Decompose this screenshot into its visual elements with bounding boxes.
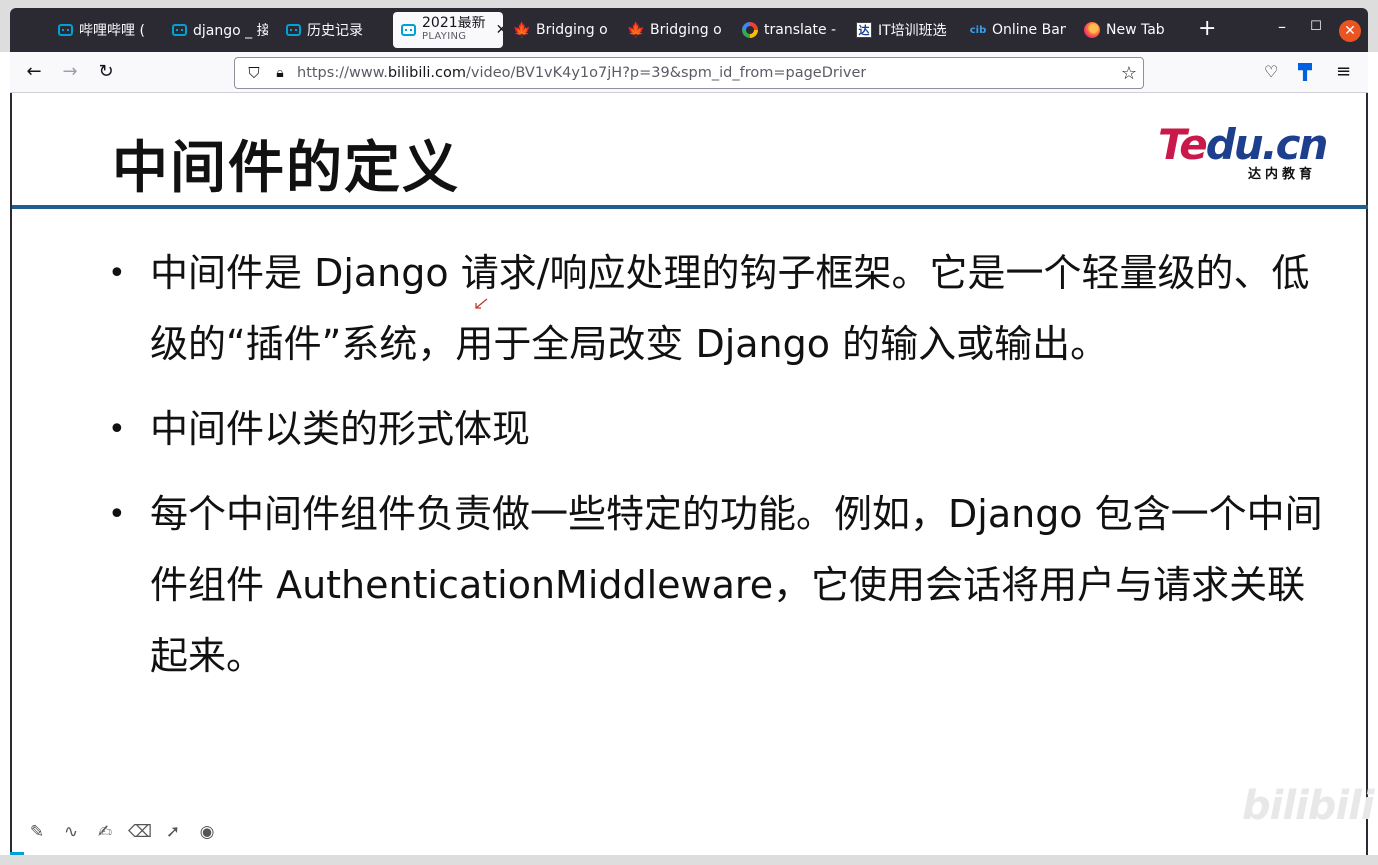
freehand-icon[interactable]: ∿ <box>60 821 82 843</box>
tab-translate[interactable]: translate - <box>742 13 838 47</box>
tab-label: django _ 接 <box>193 23 268 39</box>
tab-it-training[interactable]: 达 IT培训班选 <box>856 13 952 47</box>
tab-django[interactable]: django _ 接 <box>172 13 268 47</box>
tab-active-video[interactable]: 2021最新 PLAYING ✕ <box>393 12 503 48</box>
tab-playing-indicator: PLAYING <box>422 31 467 42</box>
google-icon <box>742 22 758 38</box>
title-divider <box>12 205 1368 209</box>
forward-button[interactable]: → <box>58 60 82 84</box>
maximize-button[interactable]: ☐ <box>1306 18 1326 36</box>
new-tab-button[interactable]: + <box>1198 16 1216 42</box>
tab-label: 2021最新 <box>422 16 486 30</box>
logo-text-right: du.cn <box>1205 120 1329 169</box>
pocket-icon[interactable]: ♡ <box>1264 61 1278 83</box>
close-tab-icon[interactable]: ✕ <box>496 22 503 38</box>
bookmark-star-icon[interactable]: ☆ <box>1121 63 1137 84</box>
bullet-item: • 每个中间件组件负责做一些特定的功能。例如，Django 包含一个中间件组件 … <box>108 479 1338 692</box>
tab-new-tab[interactable]: New Tab <box>1084 13 1180 47</box>
navigation-toolbar: ← → ↻ ⛉ 🔒︎ https://www.bilibili.com/vide… <box>10 52 1368 93</box>
tab-bridging-2[interactable]: 🍁 Bridging o <box>628 13 724 47</box>
window-bottom-edge <box>0 855 1378 865</box>
bullet-text: 每个中间件组件负责做一些特定的功能。例如，Django 包含一个中间件组件 Au… <box>150 492 1323 678</box>
bullet-dot: • <box>108 497 126 532</box>
bullet-dot: • <box>108 256 126 291</box>
tab-label: 哔哩哔哩 ( <box>79 23 145 39</box>
tab-label: translate - <box>764 22 837 38</box>
tab-bridging-1[interactable]: 🍁 Bridging o <box>514 13 610 47</box>
url-text[interactable]: https://www.bilibili.com/video/BV1vK4y1o… <box>297 65 866 81</box>
tab-label: New Tab <box>1106 22 1165 38</box>
bilibili-icon <box>172 24 187 36</box>
bullet-dot: • <box>108 412 126 447</box>
bullet-text: 中间件以类的形式体现 <box>150 407 531 451</box>
laser-pointer-icon[interactable]: ◉ <box>196 821 218 843</box>
bilibili-icon <box>286 24 301 36</box>
url-host: bilibili.com <box>387 65 467 81</box>
slide-title: 中间件的定义 <box>112 136 460 201</box>
eraser-icon[interactable]: ⌫ <box>128 821 152 843</box>
reload-button[interactable]: ↻ <box>94 60 118 84</box>
bullet-item: • 中间件是 Django 请求/响应处理的钩子框架。它是一个轻量级的、低级的“… <box>108 238 1338 380</box>
tab-history[interactable]: 历史记录 <box>286 13 382 47</box>
url-scheme: https://www. <box>297 65 388 81</box>
tab-bilibili-home[interactable]: 哔哩哔哩 ( <box>58 13 153 47</box>
video-progress-bar[interactable] <box>10 852 24 855</box>
tab-label: Bridging o <box>536 22 608 38</box>
bullet-text: 中间件是 Django 请求/响应处理的钩子框架。它是一个轻量级的、低级的“插件… <box>150 251 1310 366</box>
bullet-item: • 中间件以类的形式体现 <box>108 394 1338 465</box>
menu-hamburger-icon[interactable]: ≡ <box>1336 61 1351 83</box>
annotation-toolbar: ✎ ∿ ✍ ⌫ ➚ ◉ <box>26 821 218 843</box>
tab-online-banking[interactable]: cib Online Ban <box>970 13 1066 47</box>
it-site-icon: 达 <box>856 22 872 38</box>
tab-label: Bridging o <box>650 22 722 38</box>
maple-leaf-icon: 🍁 <box>628 21 646 39</box>
bilibili-icon <box>401 24 416 36</box>
highlighter-icon[interactable]: ✍ <box>94 821 116 843</box>
url-path: /video/BV1vK4y1o7jH?p=39&spm_id_from=pag… <box>466 65 867 81</box>
extension-icon[interactable] <box>1298 63 1312 81</box>
tracking-protection-shield-icon[interactable]: ⛉ <box>245 64 263 82</box>
firefox-icon <box>1084 22 1100 38</box>
bilibili-watermark: bilibili <box>1242 783 1375 829</box>
maple-leaf-icon: 🍁 <box>514 21 532 39</box>
video-player[interactable]: 中间件的定义 Tedu.cn 达内教育 • 中间件是 Django 请求/响应处… <box>10 93 1375 855</box>
cibc-icon: cib <box>970 24 987 36</box>
address-bar[interactable]: ⛉ 🔒︎ https://www.bilibili.com/video/BV1v… <box>234 57 1144 89</box>
lock-icon[interactable]: 🔒︎ <box>271 65 289 81</box>
tab-label: IT培训班选 <box>878 23 947 39</box>
tab-label: Online Ban <box>992 22 1066 38</box>
pointer-icon[interactable]: ➚ <box>162 821 184 843</box>
logo-text-left: Te <box>1158 120 1208 169</box>
tab-label: 历史记录 <box>307 23 363 39</box>
back-button[interactable]: ← <box>22 60 46 84</box>
close-window-button[interactable]: ✕ <box>1339 20 1361 42</box>
logo-subtitle: 达内教育 <box>1247 167 1316 182</box>
bilibili-icon <box>58 24 73 36</box>
minimize-button[interactable]: – <box>1272 18 1292 36</box>
tedu-logo: Tedu.cn 达内教育 <box>1158 120 1328 183</box>
pen-icon[interactable]: ✎ <box>26 821 48 843</box>
annotation-arrow-icon <box>475 298 488 309</box>
